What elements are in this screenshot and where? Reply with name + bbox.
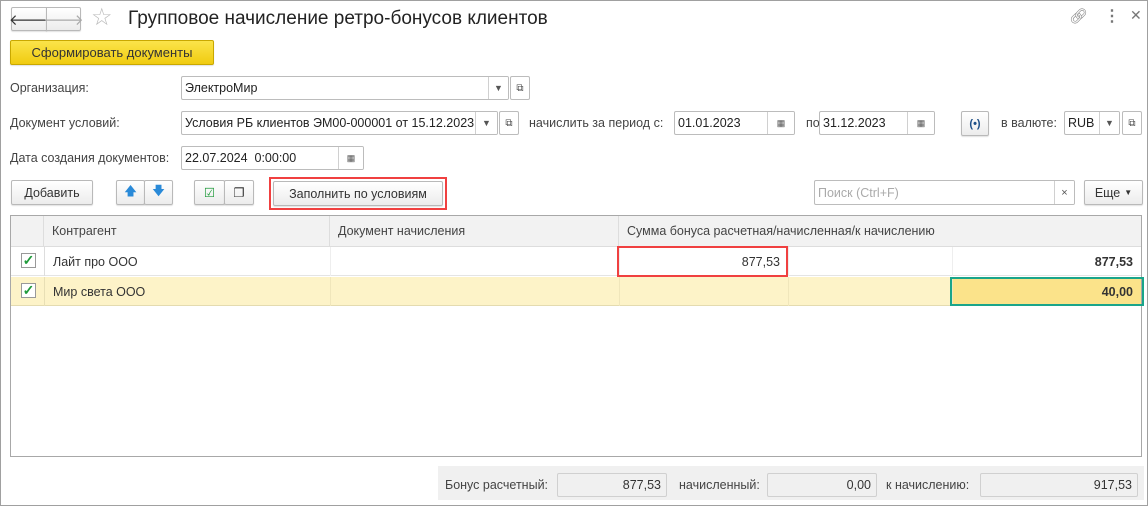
- chevron-down-icon[interactable]: ▼: [475, 112, 497, 134]
- accrued-cell: [788, 277, 952, 306]
- counterparty-cell: Лайт про ООО: [44, 247, 330, 276]
- open-currency-button[interactable]: ⧉: [1122, 111, 1142, 135]
- period-from-label: начислить за период с:: [529, 116, 664, 130]
- open-conditions-doc-button[interactable]: ⧉: [499, 111, 519, 135]
- arrow-up-icon: 🡅: [124, 184, 137, 198]
- arrow-right-icon: 🡒: [43, 11, 84, 29]
- creation-date-field[interactable]: 22.07.2024 0:00:00 ▦: [181, 146, 364, 170]
- organization-field[interactable]: ЭлектроМир ▼: [181, 76, 509, 100]
- total-calculated-field: 877,53: [557, 473, 667, 497]
- check-all-icon: ☑: [203, 186, 216, 200]
- calendar-icon[interactable]: ▦: [767, 112, 794, 134]
- window: 🡐 🡒 ☆ Групповое начисление ретро-бонусов…: [0, 0, 1148, 506]
- chevron-down-icon[interactable]: ▼: [1099, 112, 1119, 134]
- open-icon: ⧉: [505, 117, 513, 129]
- search-input[interactable]: Поиск (Ctrl+F) ×: [814, 180, 1075, 205]
- header-bonus-sum[interactable]: Сумма бонуса расчетная/начисленная/к нач…: [619, 216, 1141, 246]
- table-header: Контрагент Документ начисления Сумма бон…: [11, 216, 1141, 247]
- chevron-down-icon[interactable]: ▼: [488, 77, 508, 99]
- total-accrued-label: начисленный:: [679, 478, 760, 492]
- period-select-button[interactable]: (•): [961, 111, 989, 136]
- period-to-field[interactable]: 31.12.2023 ▦: [819, 111, 935, 135]
- period-from-field[interactable]: 01.01.2023 ▦: [674, 111, 795, 135]
- row-checkbox[interactable]: ✓: [21, 253, 36, 268]
- close-icon[interactable]: ✕: [1130, 7, 1142, 24]
- bonus-table: Контрагент Документ начисления Сумма бон…: [10, 215, 1142, 457]
- link-icon[interactable]: 🔗︎: [1069, 7, 1088, 25]
- document-cell[interactable]: [330, 247, 619, 276]
- period-icon: (•): [969, 117, 981, 130]
- search-placeholder: Поиск (Ctrl+F): [818, 185, 899, 200]
- creation-date-value: 22.07.2024 0:00:00: [185, 151, 297, 165]
- period-from-value: 01.01.2023: [678, 116, 741, 130]
- uncheck-all-icon: ❐: [233, 186, 245, 200]
- accrued-cell: [788, 247, 952, 276]
- move-down-button[interactable]: 🡇: [144, 180, 173, 205]
- chevron-down-icon: ▼: [1124, 188, 1133, 197]
- currency-field[interactable]: RUB ▼: [1064, 111, 1120, 135]
- header-counterparty[interactable]: Контрагент: [44, 216, 330, 246]
- total-calculated-label: Бонус расчетный:: [445, 478, 549, 492]
- add-button[interactable]: Добавить: [11, 180, 93, 205]
- more-label: Еще: [1094, 185, 1121, 200]
- check-all-button[interactable]: ☑: [194, 180, 225, 205]
- document-cell[interactable]: [330, 277, 619, 306]
- page-title: Групповое начисление ретро-бонусов клиен…: [128, 8, 548, 29]
- header-document[interactable]: Документ начисления: [330, 216, 619, 246]
- more-button[interactable]: Еще ▼: [1084, 180, 1143, 205]
- table-row[interactable]: ✓ Лайт про ООО 877,53 877,53: [11, 247, 1141, 276]
- total-to-accrue-field: 917,53: [980, 473, 1138, 497]
- currency-label: в валюте:: [1001, 116, 1057, 130]
- conditions-doc-label: Документ условий:: [10, 116, 120, 130]
- open-organization-button[interactable]: ⧉: [510, 76, 530, 100]
- forward-button[interactable]: 🡒: [43, 7, 84, 31]
- period-to-value: 31.12.2023: [823, 116, 886, 130]
- to-accrue-cell[interactable]: 877,53: [952, 247, 1141, 276]
- back-button[interactable]: 🡐: [9, 7, 49, 31]
- calculated-cell: [619, 277, 788, 306]
- calendar-icon[interactable]: ▦: [907, 112, 934, 134]
- arrow-down-icon: 🡇: [152, 184, 165, 198]
- highlight-box-green: [950, 277, 1144, 306]
- open-icon: ⧉: [516, 82, 524, 94]
- creation-date-label: Дата создания документов:: [10, 151, 170, 165]
- total-accrued-field: 0,00: [767, 473, 877, 497]
- open-icon: ⧉: [1128, 117, 1136, 129]
- conditions-doc-field[interactable]: Условия РБ клиентов ЭМ00-000001 от 15.12…: [181, 111, 498, 135]
- create-documents-button[interactable]: Сформировать документы: [10, 40, 214, 65]
- organization-value: ЭлектроМир: [185, 81, 258, 95]
- currency-value: RUB: [1068, 116, 1095, 130]
- total-to-accrue-label: к начислению:: [886, 478, 970, 492]
- star-icon[interactable]: ☆: [91, 3, 113, 32]
- fill-by-conditions-button[interactable]: Заполнить по условиям: [273, 181, 443, 206]
- counterparty-cell: Мир света ООО: [44, 277, 330, 306]
- conditions-doc-value: Условия РБ клиентов ЭМ00-000001 от 15.12…: [185, 116, 475, 130]
- organization-label: Организация:: [10, 81, 89, 95]
- calendar-icon[interactable]: ▦: [338, 147, 363, 169]
- clear-search-icon[interactable]: ×: [1054, 181, 1074, 204]
- highlight-box-red: [617, 246, 788, 277]
- more-vertical-icon[interactable]: ⋮: [1104, 6, 1120, 26]
- header-check: [11, 216, 44, 246]
- move-up-button[interactable]: 🡅: [116, 180, 145, 205]
- row-checkbox[interactable]: ✓: [21, 283, 36, 298]
- uncheck-all-button[interactable]: ❐: [224, 180, 254, 205]
